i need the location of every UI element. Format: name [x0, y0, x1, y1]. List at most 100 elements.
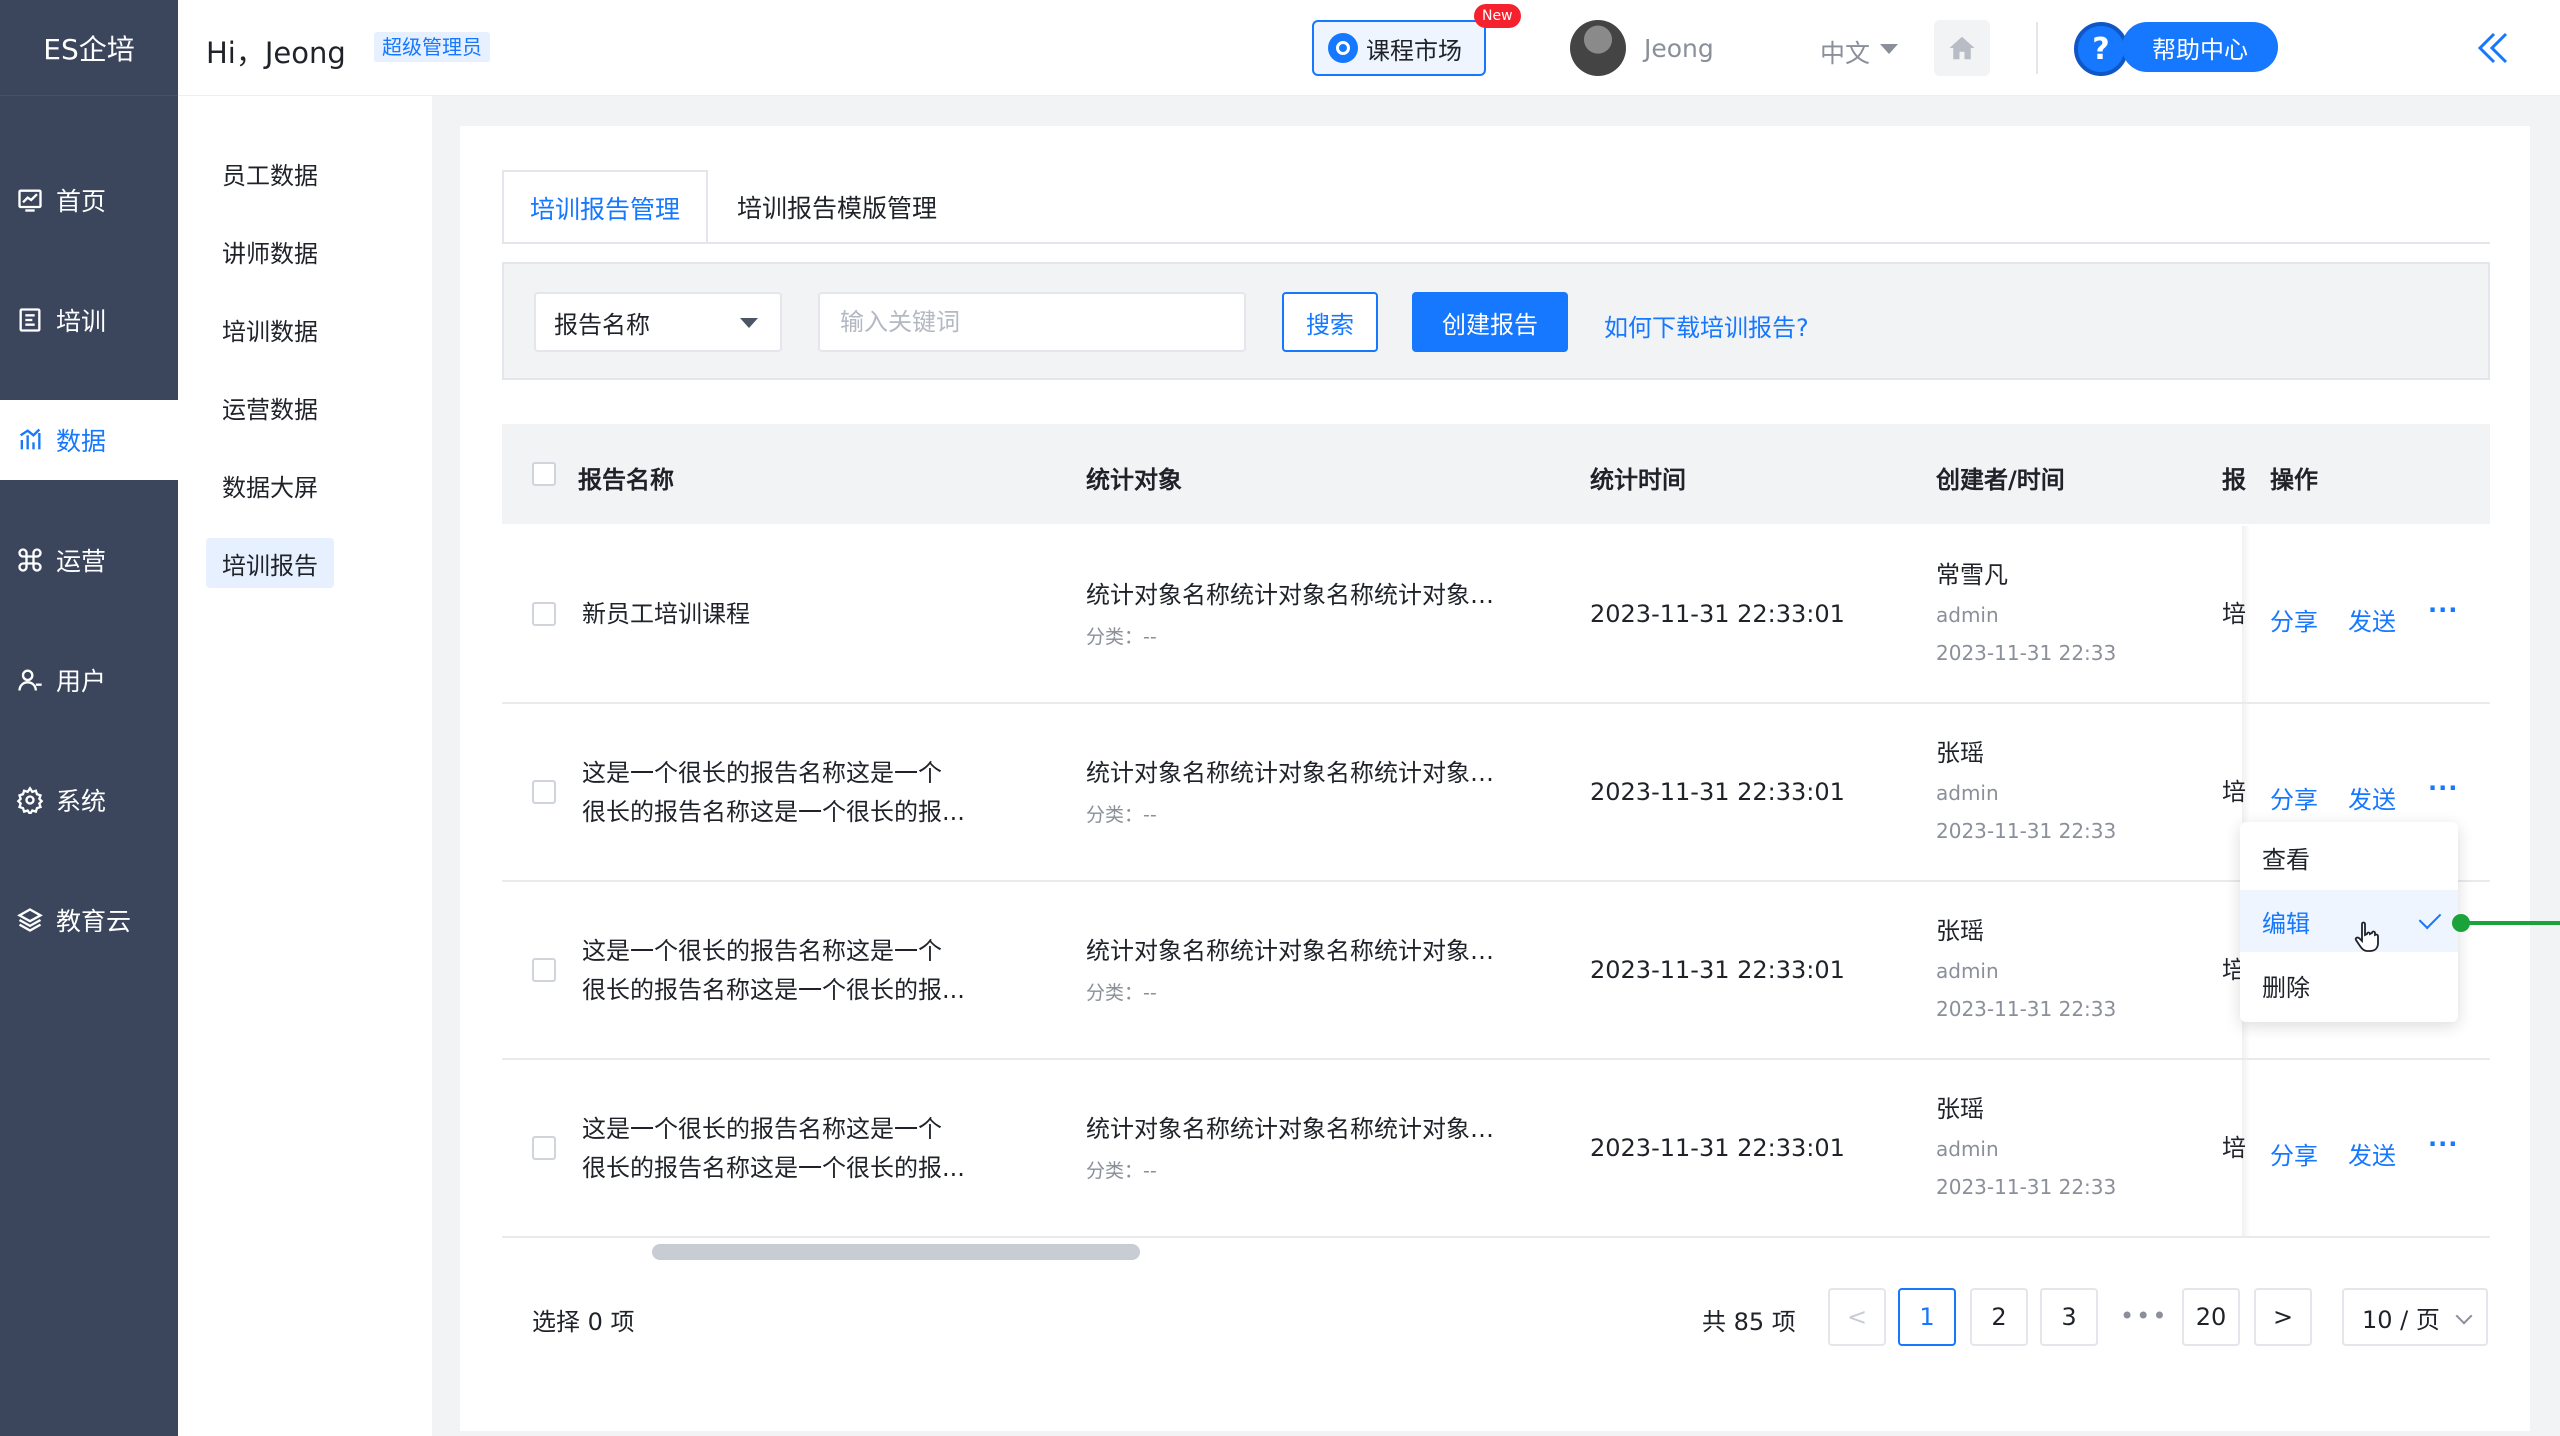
home-icon — [1949, 36, 1975, 60]
tab-divider — [502, 242, 2490, 244]
row-checkbox[interactable] — [532, 780, 556, 804]
table-row: 这是一个很长的报告名称这是一个 很长的报告名称这是一个很长的报... 统计对象名… — [502, 882, 2490, 1060]
menu-item-edit[interactable]: 编辑 — [2240, 890, 2458, 952]
send-link[interactable]: 发送 — [2348, 780, 2396, 815]
stat-time: 2023-11-31 22:33:01 — [1590, 600, 1845, 628]
collapse-sidebar-icon[interactable] — [2472, 30, 2512, 66]
tab-report-management[interactable]: 培训报告管理 — [502, 170, 708, 244]
chevron-down-icon — [2455, 1307, 2473, 1325]
creator-role: admin — [1936, 1137, 1999, 1161]
page-2-button[interactable]: 2 — [1970, 1288, 2028, 1346]
home-button[interactable] — [1934, 20, 1990, 76]
nav-item-users[interactable]: 用户 — [0, 640, 178, 720]
header-creator: 创建者/时间 — [1936, 466, 2065, 494]
share-link[interactable]: 分享 — [2270, 602, 2318, 637]
menu-item-view[interactable]: 查看 — [2240, 826, 2458, 888]
share-link[interactable]: 分享 — [2270, 780, 2318, 815]
search-button[interactable]: 搜索 — [1282, 292, 1378, 352]
nav-item-operations[interactable]: 运营 — [0, 520, 178, 600]
more-icon[interactable]: ··· — [2428, 596, 2458, 624]
annotation-line — [2468, 921, 2560, 925]
select-all-checkbox[interactable] — [532, 462, 556, 486]
category: 分类：-- — [1086, 1160, 1157, 1182]
avatar[interactable] — [1570, 20, 1626, 76]
select-value: 报告名称 — [554, 310, 650, 339]
row-checkbox[interactable] — [532, 602, 556, 626]
new-badge: New — [1474, 4, 1521, 28]
field-select[interactable]: 报告名称 — [534, 292, 782, 352]
nav-item-edu-cloud[interactable]: 教育云 — [0, 880, 178, 960]
creator-role: admin — [1936, 959, 1999, 983]
table-row: 这是一个很长的报告名称这是一个 很长的报告名称这是一个很长的报... 统计对象名… — [502, 1060, 2490, 1238]
download-help-link[interactable]: 如何下载培训报告? — [1604, 308, 1809, 343]
subnav-item-employee-data[interactable]: 员工数据 — [206, 148, 334, 198]
header-time: 统计时间 — [1590, 466, 1686, 494]
nav-item-data[interactable]: 数据 — [0, 400, 178, 480]
created-time: 2023-11-31 22:33 — [1936, 641, 2117, 665]
fixed-column-shadow — [2242, 526, 2250, 702]
sub-sidebar: 员工数据 讲师数据 培训数据 运营数据 数据大屏 培训报告 — [178, 96, 572, 1436]
report-name-line2: 很长的报告名称这是一个很长的报... — [582, 1154, 965, 1182]
nav-item-training[interactable]: 培训 — [0, 280, 178, 360]
caret-down-icon — [740, 318, 758, 328]
gear-icon — [16, 786, 44, 814]
hand-cursor-icon — [2354, 921, 2379, 952]
nav-item-label: 数据 — [56, 427, 107, 456]
subnav-item-operations-data[interactable]: 运营数据 — [206, 382, 334, 432]
content-card: 培训报告管理 培训报告模版管理 报告名称 搜索 创建报告 如何下载培训报告? 报… — [460, 126, 2530, 1431]
page-size-select[interactable]: 10 / 页 — [2342, 1288, 2488, 1346]
row-checkbox[interactable] — [532, 1136, 556, 1160]
table-row: 新员工培训课程 统计对象名称统计对象名称统计对象名称 分类：-- 2023-11… — [502, 526, 2490, 704]
report-name: 新员工培训课程 — [582, 600, 750, 628]
creator-role: admin — [1936, 603, 1999, 627]
menu-item-delete[interactable]: 删除 — [2240, 954, 2458, 1016]
created-time: 2023-11-31 22:33 — [1936, 819, 2117, 843]
help-question-icon[interactable]: ? — [2074, 22, 2128, 76]
page-1-button[interactable]: 1 — [1898, 1288, 1956, 1346]
dashboard-icon — [18, 189, 42, 212]
last-page-button[interactable]: 20 — [2182, 1288, 2240, 1346]
header-ops: 操作 — [2270, 466, 2318, 494]
username[interactable]: Jeong — [1644, 34, 1714, 63]
subnav-item-training-report[interactable]: 培训报告 — [206, 538, 334, 588]
keyword-input[interactable] — [818, 292, 1246, 352]
row-checkbox[interactable] — [532, 958, 556, 982]
nav-item-label: 运营 — [56, 547, 107, 576]
subnav-item-data-screen[interactable]: 数据大屏 — [206, 460, 334, 510]
prev-page-button[interactable]: < — [1828, 1288, 1886, 1346]
creator-name: 张瑶 — [1936, 1095, 1984, 1123]
help-center-button[interactable]: 帮助中心 — [2122, 22, 2278, 72]
subnav-item-lecturer-data[interactable]: 讲师数据 — [206, 226, 334, 276]
header-clipped: 报 — [2222, 466, 2246, 494]
table-horizontal-scrollbar[interactable] — [652, 1244, 1140, 1260]
tab-template-management[interactable]: 培训报告模版管理 — [710, 170, 964, 244]
subnav-item-training-data[interactable]: 培训数据 — [206, 304, 334, 354]
send-link[interactable]: 发送 — [2348, 1136, 2396, 1171]
stat-target: 统计对象名称统计对象名称统计对象名称 — [1086, 759, 1502, 787]
create-report-button[interactable]: 创建报告 — [1412, 292, 1568, 352]
page-ellipsis[interactable]: ••• — [2120, 1302, 2168, 1330]
nav-item-label: 教育云 — [56, 907, 132, 936]
course-market-button[interactable]: 课程市场 — [1312, 20, 1486, 76]
command-icon — [18, 548, 42, 572]
nav-item-label: 系统 — [56, 787, 107, 816]
nav-item-home[interactable]: 首页 — [0, 160, 178, 240]
market-label: 课程市场 — [1366, 36, 1462, 65]
nav-item-system[interactable]: 系统 — [0, 760, 178, 840]
table-header: 报告名称 统计对象 统计时间 创建者/时间 报 操作 — [502, 424, 2490, 524]
training-icon — [19, 308, 41, 332]
top-bar: Hi，Jeong 超级管理员 课程市场 New Jeong 中文 ? 帮助中心 — [178, 0, 2560, 96]
more-icon[interactable]: ··· — [2428, 774, 2458, 802]
language-selector[interactable]: 中文 — [1820, 34, 1870, 70]
creator-name: 张瑶 — [1936, 917, 1984, 945]
send-link[interactable]: 发送 — [2348, 602, 2396, 637]
next-page-button[interactable]: > — [2254, 1288, 2312, 1346]
page-3-button[interactable]: 3 — [2040, 1288, 2098, 1346]
table-row: 这是一个很长的报告名称这是一个 很长的报告名称这是一个很长的报... 统计对象名… — [502, 704, 2490, 882]
page-size-value: 10 / 页 — [2362, 1305, 2440, 1334]
stat-time: 2023-11-31 22:33:01 — [1590, 956, 1845, 984]
caret-down-icon[interactable] — [1880, 44, 1898, 54]
report-name-line1: 这是一个很长的报告名称这是一个 — [582, 937, 942, 965]
share-link[interactable]: 分享 — [2270, 1136, 2318, 1171]
more-icon[interactable]: ··· — [2428, 1130, 2458, 1158]
